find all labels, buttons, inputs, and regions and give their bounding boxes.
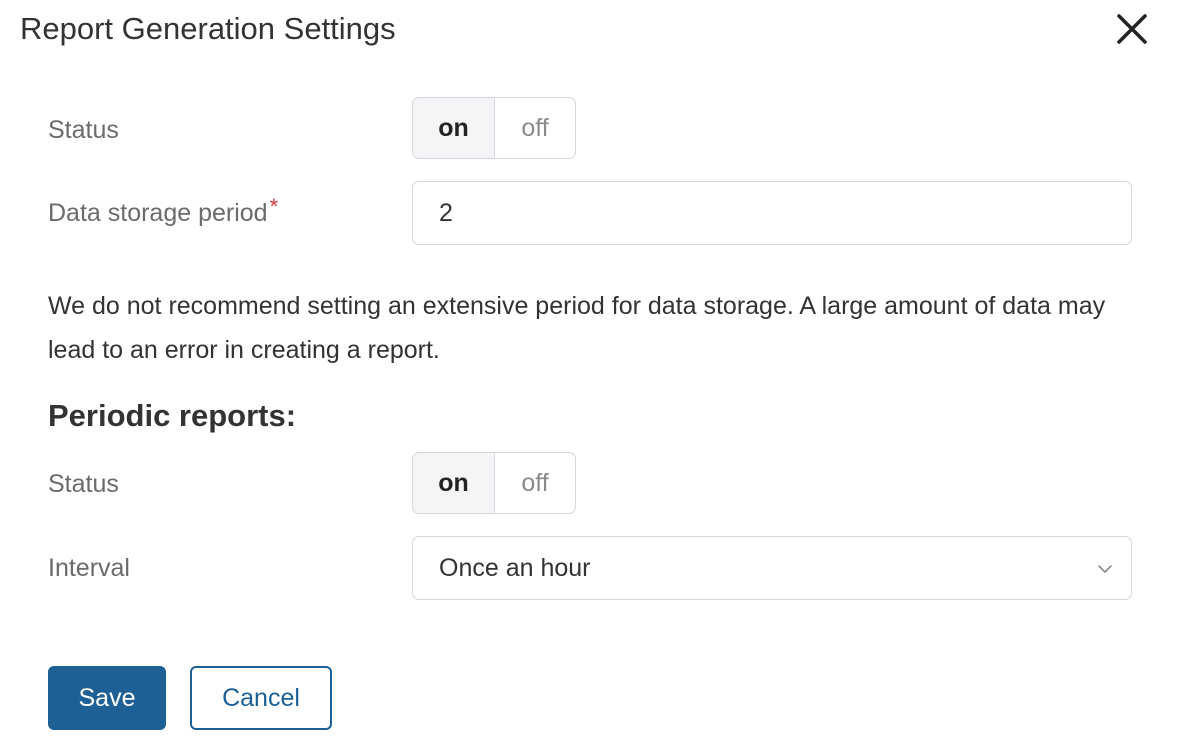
storage-hint: We do not recommend setting an extensive… — [48, 292, 1106, 364]
interval-label: Interval — [48, 554, 130, 582]
storage-period-label: Data storage period* — [48, 194, 279, 229]
periodic-status-toggle: on off — [412, 452, 576, 514]
periodic-status-off-option[interactable]: off — [495, 453, 575, 513]
storage-period-label-text: Data storage period — [48, 199, 268, 227]
periodic-status-label: Status — [48, 470, 119, 498]
close-icon — [1113, 10, 1151, 48]
cancel-button[interactable]: Cancel — [190, 666, 332, 730]
chevron-down-icon — [1097, 561, 1113, 577]
interval-value: Once an hour — [439, 554, 591, 582]
report-settings-dialog: Report Generation Settings Status on off… — [0, 0, 1178, 739]
close-button[interactable] — [1113, 10, 1151, 48]
required-mark: * — [269, 194, 279, 219]
status-on-option[interactable]: on — [413, 98, 495, 158]
status-toggle: on off — [412, 97, 576, 159]
periodic-reports-heading: Periodic reports: — [48, 398, 297, 433]
storage-period-input[interactable] — [412, 181, 1132, 245]
save-button[interactable]: Save — [48, 666, 166, 730]
status-label: Status — [48, 116, 119, 144]
status-off-option[interactable]: off — [495, 98, 575, 158]
interval-select[interactable]: Once an hour — [412, 536, 1132, 600]
dialog-title: Report Generation Settings — [20, 11, 396, 46]
periodic-status-on-option[interactable]: on — [413, 453, 495, 513]
